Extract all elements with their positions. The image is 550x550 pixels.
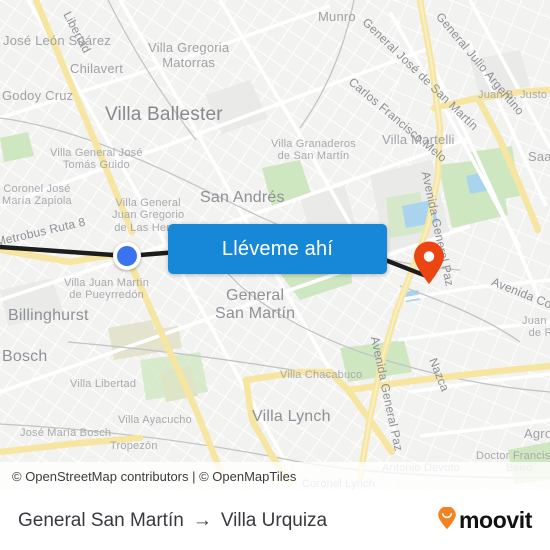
route-summary: General San Martín → Villa Urquiza: [18, 510, 327, 532]
destination-pin-icon[interactable]: [412, 241, 446, 285]
route-destination-label: Villa Urquiza: [220, 509, 328, 531]
moovit-trip-map-screen: José León Suárez Chilavert Godoy Cruz Villa…: [0, 0, 550, 550]
attribution-text: © OpenStreetMap contributors | © OpenMap…: [12, 468, 297, 484]
cta-label: Lléveme ahí: [221, 237, 334, 260]
moovit-pin-icon: [437, 505, 457, 535]
origin-dot-icon[interactable]: [113, 242, 141, 270]
moovit-wordmark: moovit: [459, 507, 532, 533]
footer-bar: General San Martín → Villa Urquiza moovi…: [0, 490, 550, 550]
take-me-there-button[interactable]: Lléveme ahí: [168, 224, 387, 274]
route-origin-label: General San Martín: [18, 509, 184, 531]
moovit-logo: moovit: [437, 505, 532, 535]
arrow-right-icon: →: [192, 509, 212, 531]
map-attribution: © OpenStreetMap contributors | © OpenMap…: [0, 462, 550, 490]
map-canvas[interactable]: José León Suárez Chilavert Godoy Cruz Villa…: [0, 0, 550, 490]
